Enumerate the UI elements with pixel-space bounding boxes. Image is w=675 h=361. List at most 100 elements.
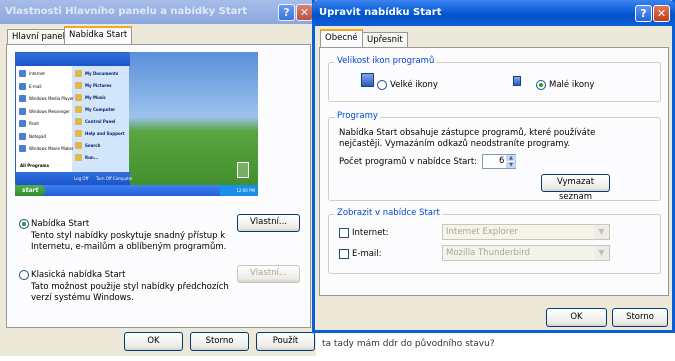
large-icons-icon xyxy=(361,73,374,87)
preview-program-item: Paint xyxy=(19,119,71,129)
preview-program-label: Windows Media Player xyxy=(29,96,74,101)
internet-label[interactable]: Internet: xyxy=(352,228,389,238)
large-icons-radio[interactable] xyxy=(377,80,387,90)
program-icon xyxy=(19,82,26,90)
help-icon[interactable]: ? xyxy=(635,5,652,22)
preview-program-item: Notepad xyxy=(19,132,71,142)
email-dropdown-value: Mozilla Thunderbird xyxy=(446,248,530,258)
preview-menu-left: Internet E-mail Windows Media Player Window… xyxy=(15,52,133,185)
icon-size-group-title: Velikost ikon programů xyxy=(335,56,437,66)
preview-place-label: My Computer xyxy=(85,107,116,112)
folder-icon xyxy=(75,154,82,161)
tab-start-menu[interactable]: Nabídka Start xyxy=(64,26,133,45)
preview-place-label: My Pictures xyxy=(85,83,112,88)
preview-program-label: Windows Movie Maker xyxy=(29,146,74,151)
front-window-title: Upravit nabídku Start xyxy=(319,7,442,18)
front-cancel-button[interactable]: Storno xyxy=(612,308,668,327)
program-icon xyxy=(19,95,26,102)
start-menu-option-label[interactable]: Nabídka Start xyxy=(31,219,89,229)
preview-all-programs: All Programs xyxy=(20,163,49,168)
preview-place-item: My Documents xyxy=(75,69,127,79)
program-count-spinner[interactable]: 6 ▲ ▼ xyxy=(482,154,516,169)
program-icon xyxy=(19,132,26,140)
start-menu-radio[interactable] xyxy=(19,219,29,229)
folder-icon xyxy=(75,70,82,77)
preview-place-label: Control Panel xyxy=(85,119,116,124)
program-count-label: Počet programů v nabídce Start: xyxy=(339,157,478,167)
preview-clock: 12:00 PM xyxy=(220,185,258,196)
preview-menu-footer: Log Off Turn Off Computer xyxy=(16,172,133,185)
customize-classic-button[interactable]: Vlastní... xyxy=(237,265,300,283)
start-menu-preview: Internet E-mail Windows Media Player Window… xyxy=(15,52,258,196)
title-bar[interactable]: Vlastnosti Hlavního panelu a nabídky Sta… xyxy=(0,0,316,24)
classic-menu-option-label[interactable]: Klasická nabídka Start xyxy=(31,270,126,280)
preview-program-item: Internet xyxy=(19,69,71,79)
customize-start-menu-window: Upravit nabídku Start ? ✕ Obecné Upřesni… xyxy=(312,0,675,333)
preview-place-label: Search xyxy=(85,143,101,148)
internet-dropdown-value: Internet Explorer xyxy=(446,227,518,237)
ok-button[interactable]: OK xyxy=(124,332,183,351)
taskbar-properties-window: Vlastnosti Hlavního panelu a nabídky Sta… xyxy=(0,0,316,356)
preview-place-item: Help and Support xyxy=(75,129,127,139)
preview-place-item: Search xyxy=(75,141,127,151)
small-icons-radio[interactable] xyxy=(536,80,546,90)
close-icon[interactable]: ✕ xyxy=(296,4,313,21)
large-icons-label[interactable]: Velké ikony xyxy=(390,80,438,90)
preview-program-item: E-mail xyxy=(19,82,71,92)
preview-program-label: Internet xyxy=(29,71,45,76)
window-title: Vlastnosti Hlavního panelu a nabídky Sta… xyxy=(5,6,248,17)
spinner-up-icon[interactable]: ▲ xyxy=(506,155,516,161)
internet-dropdown[interactable]: Internet Explorer ▼ xyxy=(442,224,610,240)
small-icons-label[interactable]: Malé ikony xyxy=(549,80,594,90)
preview-place-item: My Computer xyxy=(75,105,127,115)
preview-place-label: My Music xyxy=(85,95,106,100)
preview-place-item: Run... xyxy=(75,153,127,163)
program-icon xyxy=(19,120,26,127)
email-checkbox[interactable] xyxy=(339,249,349,259)
preview-program-item: Windows Movie Maker xyxy=(19,144,74,154)
small-icons-icon xyxy=(513,76,521,86)
email-dropdown[interactable]: Mozilla Thunderbird ▼ xyxy=(442,245,610,261)
close-icon[interactable]: ✕ xyxy=(653,5,670,22)
show-group xyxy=(328,214,661,274)
help-icon[interactable]: ? xyxy=(278,4,295,21)
tab-general[interactable]: Obecné xyxy=(320,29,363,48)
preview-place-item: My Music xyxy=(75,93,127,103)
folder-icon xyxy=(75,106,82,113)
program-icon xyxy=(19,107,26,115)
apply-button[interactable]: Použít xyxy=(256,332,315,351)
preview-program-label: Windows Messenger xyxy=(29,108,70,114)
preview-program-label: E-mail xyxy=(29,83,42,89)
preview-program-item: Windows Messenger xyxy=(19,107,71,117)
programs-desc-1: Nabídka Start obsahuje zástupce programů… xyxy=(339,128,596,138)
tab-taskbar[interactable]: Hlavní panel xyxy=(7,29,71,45)
recycle-bin-icon xyxy=(237,162,249,178)
chevron-down-icon[interactable]: ▼ xyxy=(594,225,609,239)
preview-place-label: Run... xyxy=(85,155,99,160)
background-text: ta tady mám ddr do původního stavu? xyxy=(322,339,495,349)
folder-icon xyxy=(75,130,82,137)
front-ok-button[interactable]: OK xyxy=(546,308,607,327)
classic-menu-radio[interactable] xyxy=(19,270,29,280)
preview-turnoff: Turn Off Computer xyxy=(96,176,133,181)
folder-icon xyxy=(75,82,82,89)
classic-menu-desc-2: verzí systému Windows. xyxy=(31,293,134,303)
customize-button[interactable]: Vlastní... xyxy=(237,214,300,232)
program-icon xyxy=(19,145,26,152)
front-title-bar[interactable]: Upravit nabídku Start ? ✕ xyxy=(312,0,675,26)
preview-place-item: Control Panel xyxy=(75,117,127,127)
internet-checkbox[interactable] xyxy=(339,228,349,238)
programs-group-title: Programy xyxy=(335,111,380,121)
preview-taskbar: start 12:00 PM xyxy=(15,185,258,196)
tab-advanced[interactable]: Upřesnit xyxy=(362,32,408,48)
chevron-down-icon[interactable]: ▼ xyxy=(594,246,609,260)
spinner-down-icon[interactable]: ▼ xyxy=(506,162,516,168)
preview-menu-header xyxy=(16,53,130,66)
preview-program-item: Windows Media Player xyxy=(19,94,74,104)
preview-logoff: Log Off xyxy=(74,176,89,181)
start-menu-desc-2: Internetu, e-mailům a oblíbeným programů… xyxy=(31,242,227,252)
program-count-value: 6 xyxy=(499,156,505,166)
clear-list-button[interactable]: Vymazat seznam xyxy=(541,174,610,202)
email-label[interactable]: E-mail: xyxy=(352,249,382,259)
cancel-button[interactable]: Storno xyxy=(190,332,249,351)
